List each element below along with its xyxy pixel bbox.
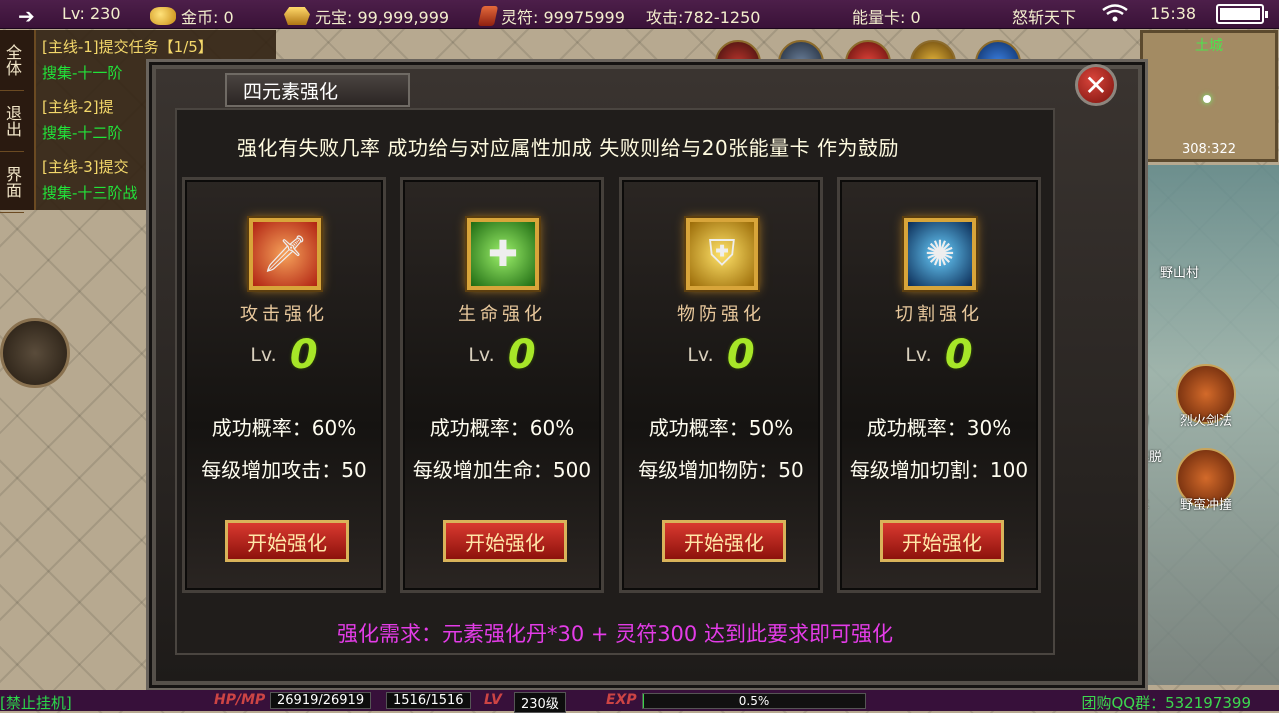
attack-enhance-card: 🗡 攻击强化 Lv. 0 成功概率：60% 每级增加攻击：50 开始强化 xyxy=(182,177,386,593)
level-display: Lv. 0 xyxy=(403,332,601,378)
requirement-text: 强化需求：元素强化丹*30 + 灵符300 达到此要求即可强化 xyxy=(337,622,893,646)
server-name: 怒斩天下 xyxy=(1012,8,1077,27)
talisman-display: 灵符: 99975999 xyxy=(477,4,625,28)
minimap[interactable]: 土城 308:322 xyxy=(1140,30,1278,162)
ingot-display: 元宝: 99,999,999 xyxy=(284,4,449,28)
success-rate: 成功概率：50% xyxy=(648,416,794,440)
status-bar: ➔ Lv: 230 金币: 0 元宝: 99,999,999 灵符: 99975… xyxy=(0,0,1279,29)
tab-exit[interactable]: 退出 xyxy=(0,91,24,152)
gold-value: 金币: 0 xyxy=(181,8,234,27)
level-value: 0 xyxy=(507,332,536,378)
emblem-glyph: ✺ xyxy=(924,233,956,275)
level-display: Lv. 0 xyxy=(622,332,820,378)
map-label: 野山村 xyxy=(1160,266,1200,281)
lv-label: LV xyxy=(484,692,502,708)
life-enhance-card: ✚ 生命强化 Lv. 0 成功概率：60% 每级增加生命：500 开始强化 xyxy=(400,177,604,593)
bottom-status-bar: [禁止挂机] HP/MP 26919/26919 1516/1516 LV 23… xyxy=(0,690,1279,713)
card-name: 生命强化 xyxy=(458,304,546,325)
life-leaf-icon: ✚ xyxy=(467,218,539,290)
start-enhance-button[interactable]: 开始强化 xyxy=(225,520,349,562)
defense-enhance-card: ⛨ 物防强化 Lv. 0 成功概率：50% 每级增加物防：50 开始强化 xyxy=(619,177,823,593)
exp-label: EXP xyxy=(606,692,637,708)
card-name: 切割强化 xyxy=(895,304,983,325)
level-label: Lv. xyxy=(905,344,932,366)
level-label: Lv. xyxy=(250,344,277,366)
gold-display: 金币: 0 xyxy=(150,4,234,28)
emblem-glyph: ⛨ xyxy=(708,233,736,274)
minimap-title: 土城 xyxy=(1195,38,1223,54)
start-enhance-button[interactable]: 开始强化 xyxy=(880,520,1004,562)
player-level: Lv: 230 xyxy=(62,4,121,23)
expand-arrow-icon[interactable]: ➔ xyxy=(18,4,35,28)
level-label: Lv. xyxy=(687,344,714,366)
ingot-value: 元宝: 99,999,999 xyxy=(315,8,450,27)
card-name: 物防强化 xyxy=(677,304,765,325)
level-display: Lv. 0 xyxy=(185,332,383,378)
level-label: Lv. xyxy=(468,344,495,366)
exp-bar: 0.5% xyxy=(642,693,866,709)
emblem-glyph: 🗡 xyxy=(262,234,308,275)
battery-icon xyxy=(1216,4,1268,24)
lv-value: 230级 xyxy=(514,692,566,713)
qq-group: 团购QQ群：532197399 xyxy=(1081,694,1251,712)
per-level-bonus: 每级增加生命：500 xyxy=(412,458,592,482)
dialog-title: 四元素强化 xyxy=(225,73,410,107)
success-rate: 成功概率：60% xyxy=(211,416,357,440)
close-button[interactable]: ✕ xyxy=(1075,64,1117,106)
close-icon: ✕ xyxy=(1084,68,1108,102)
hp-mp-label: HP/MP xyxy=(214,692,266,708)
side-tabs: 全体 退出 界面 xyxy=(0,30,36,213)
per-level-bonus: 每级增加物防：50 xyxy=(638,458,804,482)
level-value: 0 xyxy=(726,332,755,378)
tab-all[interactable]: 全体 xyxy=(0,30,24,91)
per-level-bonus: 每级增加切割：100 xyxy=(849,458,1029,482)
defense-shield-icon: ⛨ xyxy=(686,218,758,290)
attack-value: 攻击:782-1250 xyxy=(646,8,761,27)
per-level-bonus: 每级增加攻击：50 xyxy=(201,458,367,482)
skull-emblem-icon[interactable] xyxy=(0,318,70,388)
cut-enhance-card: ✺ 切割强化 Lv. 0 成功概率：30% 每级增加切割：100 开始强化 xyxy=(837,177,1041,593)
talisman-icon xyxy=(477,6,499,26)
gold-coins-icon xyxy=(150,7,176,25)
ingot-icon xyxy=(284,7,310,25)
emblem-glyph: ✚ xyxy=(487,233,519,275)
attack-sword-icon: 🗡 xyxy=(249,218,321,290)
card-name: 攻击强化 xyxy=(240,304,328,325)
clock: 15:38 xyxy=(1150,4,1197,23)
success-rate: 成功概率：60% xyxy=(429,416,575,440)
start-enhance-button[interactable]: 开始强化 xyxy=(443,520,567,562)
notice-text: 强化有失败几率 成功给与对应属性加成 失败则给与20张能量卡 作为鼓励 xyxy=(237,136,900,160)
cut-vortex-icon: ✺ xyxy=(904,218,976,290)
minimap-coord: 308:322 xyxy=(1181,142,1236,157)
level-value: 0 xyxy=(289,332,318,378)
quest-title: [主线-1]提交任务【1/5】 xyxy=(42,38,213,56)
exp-text: 0.5% xyxy=(738,694,770,708)
level-display: Lv. 0 xyxy=(840,332,1038,378)
mp-value: 1516/1516 xyxy=(386,692,471,709)
tab-interface[interactable]: 界面 xyxy=(0,152,24,213)
hp-value: 26919/26919 xyxy=(270,692,372,709)
afk-toggle[interactable]: [禁止挂机] xyxy=(0,692,72,713)
player-marker-icon xyxy=(1203,95,1211,103)
skill-label: 烈火剑法 xyxy=(1180,414,1233,429)
talisman-value: 灵符: 99975999 xyxy=(501,8,625,27)
level-value: 0 xyxy=(944,332,973,378)
wifi-icon xyxy=(1102,4,1128,22)
energy-card-value: 能量卡: 0 xyxy=(852,8,921,27)
skill-label: 野蛮冲撞 xyxy=(1180,498,1233,513)
success-rate: 成功概率：30% xyxy=(866,416,1012,440)
start-enhance-button[interactable]: 开始强化 xyxy=(662,520,786,562)
